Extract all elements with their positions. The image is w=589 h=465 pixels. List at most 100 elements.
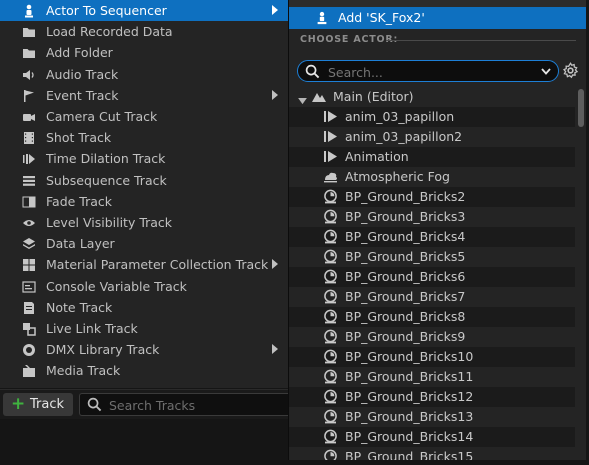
blueprint-actor-icon xyxy=(323,289,338,304)
blueprint-actor-icon xyxy=(323,429,338,444)
menu-item-label: Load Recorded Data xyxy=(46,24,173,40)
actor-list-item[interactable]: BP_Ground_Bricks13 xyxy=(289,407,575,427)
menu-item-label: Camera Cut Track xyxy=(46,109,158,124)
actor-label: anim_03_papillon xyxy=(345,109,455,124)
add-track-button[interactable]: + Track xyxy=(3,393,73,416)
actor-list-item[interactable]: BP_Ground_Bricks15 xyxy=(289,447,575,460)
menu-item-label: Level Visibility Track xyxy=(46,215,173,230)
speaker-icon xyxy=(22,68,36,82)
menu-item-fade-track[interactable]: Fade Track xyxy=(0,191,288,212)
menu-item-label: Fade Track xyxy=(46,193,113,209)
menu-item-dmx-library-track[interactable]: DMX Library Track xyxy=(0,339,288,360)
chevron-right-icon xyxy=(270,343,280,355)
menu-item-label: Console Variable Track xyxy=(46,278,187,294)
menu-item-label: DMX Library Track xyxy=(46,342,160,358)
fog-icon xyxy=(323,169,338,184)
menu-item-label: Add Folder xyxy=(46,45,113,61)
menu-item-actor-to-sequencer[interactable]: Actor To Sequencer xyxy=(0,0,288,21)
chevron-down-icon[interactable] xyxy=(540,65,552,77)
gear-icon[interactable] xyxy=(562,62,579,79)
film-icon xyxy=(22,131,36,145)
actor-list-item[interactable]: BP_Ground_Bricks2 xyxy=(289,187,575,207)
layers-icon xyxy=(22,237,36,251)
menu-item-time-dilation-track[interactable]: Time Dilation Track xyxy=(0,148,288,169)
flag-icon xyxy=(22,89,36,103)
actor-list: anim_03_papillon anim_03_papillon2 Animati… xyxy=(289,107,577,460)
menu-item-live-link-track[interactable]: Live Link Track xyxy=(0,318,288,339)
actor-list-item[interactable]: BP_Ground_Bricks11 xyxy=(289,367,575,387)
actor-list-item[interactable]: BP_Ground_Bricks14 xyxy=(289,427,575,447)
scrollbar[interactable] xyxy=(577,87,585,460)
actor-list-item[interactable]: BP_Ground_Bricks4 xyxy=(289,227,575,247)
blueprint-actor-icon xyxy=(323,369,338,384)
menu-item-shot-track[interactable]: Shot Track xyxy=(0,127,288,148)
menu-item-audio-track[interactable]: Audio Track xyxy=(0,64,288,85)
menu-item-label: Subsequence Track xyxy=(46,172,167,188)
menu-item-note-track[interactable]: Note Track xyxy=(0,297,288,318)
add-selected-actor-item[interactable]: Add 'SK_Fox2' xyxy=(289,7,587,29)
menu-item-console-variable-track[interactable]: Console Variable Track xyxy=(0,276,288,297)
subsequence-icon xyxy=(22,174,36,188)
track-search-input[interactable] xyxy=(107,396,286,415)
console-icon xyxy=(22,280,36,294)
actor-label: BP_Ground_Bricks11 xyxy=(345,369,474,384)
animation-icon xyxy=(323,129,338,144)
actor-list-item[interactable]: Atmospheric Fog xyxy=(289,167,575,187)
actor-search-box[interactable] xyxy=(297,60,559,82)
actor-label: BP_Ground_Bricks4 xyxy=(345,229,466,244)
skeletal-actor-icon xyxy=(315,11,329,25)
blueprint-actor-icon xyxy=(323,349,338,364)
blueprint-actor-icon xyxy=(323,409,338,424)
menu-item-level-visibility-track[interactable]: Level Visibility Track xyxy=(0,212,288,233)
actor-list-item[interactable]: BP_Ground_Bricks8 xyxy=(289,307,575,327)
actor-label: BP_Ground_Bricks8 xyxy=(345,309,466,324)
actor-list-item[interactable]: BP_Ground_Bricks9 xyxy=(289,327,575,347)
menu-item-material-parameter-collection-track[interactable]: Material Parameter Collection Track xyxy=(0,254,288,275)
actor-label: BP_Ground_Bricks6 xyxy=(345,269,466,284)
actor-list-item[interactable]: BP_Ground_Bricks5 xyxy=(289,247,575,267)
tree-root-main-editor[interactable]: Main (Editor) xyxy=(289,87,577,107)
menu-item-add-folder[interactable]: Add Folder xyxy=(0,42,288,63)
actor-list-item[interactable]: BP_Ground_Bricks7 xyxy=(289,287,575,307)
blueprint-actor-icon xyxy=(323,309,338,324)
submenu-top-edge xyxy=(289,0,587,7)
menu-item-label: Media Track xyxy=(46,363,121,379)
actor-label: BP_Ground_Bricks10 xyxy=(345,349,474,364)
blueprint-actor-icon xyxy=(323,269,338,284)
menu-item-event-track[interactable]: Event Track xyxy=(0,85,288,106)
menu-item-data-layer[interactable]: Data Layer xyxy=(0,233,288,254)
caret-down-icon[interactable] xyxy=(298,93,307,105)
divider xyxy=(386,40,576,41)
material-parameter-icon xyxy=(22,258,36,272)
actor-submenu: Add 'SK_Fox2' CHOOSE ACTOR: Main (Editor… xyxy=(288,0,587,460)
actor-list-item[interactable]: BP_Ground_Bricks3 xyxy=(289,207,575,227)
actor-list-item[interactable]: Animation xyxy=(289,147,575,167)
search-icon xyxy=(87,397,102,412)
track-search-box[interactable] xyxy=(79,393,288,416)
menu-item-media-track[interactable]: Media Track xyxy=(0,360,288,381)
actor-label: BP_Ground_Bricks15 xyxy=(345,449,474,460)
actor-label: BP_Ground_Bricks7 xyxy=(345,289,466,304)
folder-icon xyxy=(22,46,36,60)
actor-list-item[interactable]: BP_Ground_Bricks12 xyxy=(289,387,575,407)
menu-item-load-recorded-data[interactable]: Load Recorded Data xyxy=(0,21,288,42)
actor-list-item[interactable]: BP_Ground_Bricks10 xyxy=(289,347,575,367)
actor-label: BP_Ground_Bricks14 xyxy=(345,429,474,444)
add-track-menu: Actor To Sequencer Load Recorded Data Add … xyxy=(0,0,289,388)
actor-search-input[interactable] xyxy=(326,63,530,81)
menu-item-label: Audio Track xyxy=(46,66,119,82)
scrollbar-thumb[interactable] xyxy=(578,89,584,127)
actor-list-item[interactable]: anim_03_papillon xyxy=(289,107,575,127)
plus-icon: + xyxy=(11,394,26,414)
menu-item-camera-cut-track[interactable]: Camera Cut Track xyxy=(0,106,288,127)
time-dilation-icon xyxy=(22,152,36,166)
actor-label: BP_Ground_Bricks9 xyxy=(345,329,466,344)
blueprint-actor-icon xyxy=(323,209,338,224)
menu-item-label: Material Parameter Collection Track xyxy=(46,257,269,273)
note-icon xyxy=(22,301,36,315)
menu-item-subsequence-track[interactable]: Subsequence Track xyxy=(0,170,288,191)
actor-list-item[interactable]: anim_03_papillon2 xyxy=(289,127,575,147)
actor-label: anim_03_papillon2 xyxy=(345,129,463,144)
actor-list-item[interactable]: BP_Ground_Bricks6 xyxy=(289,267,575,287)
menu-item-label: Data Layer xyxy=(46,236,115,252)
